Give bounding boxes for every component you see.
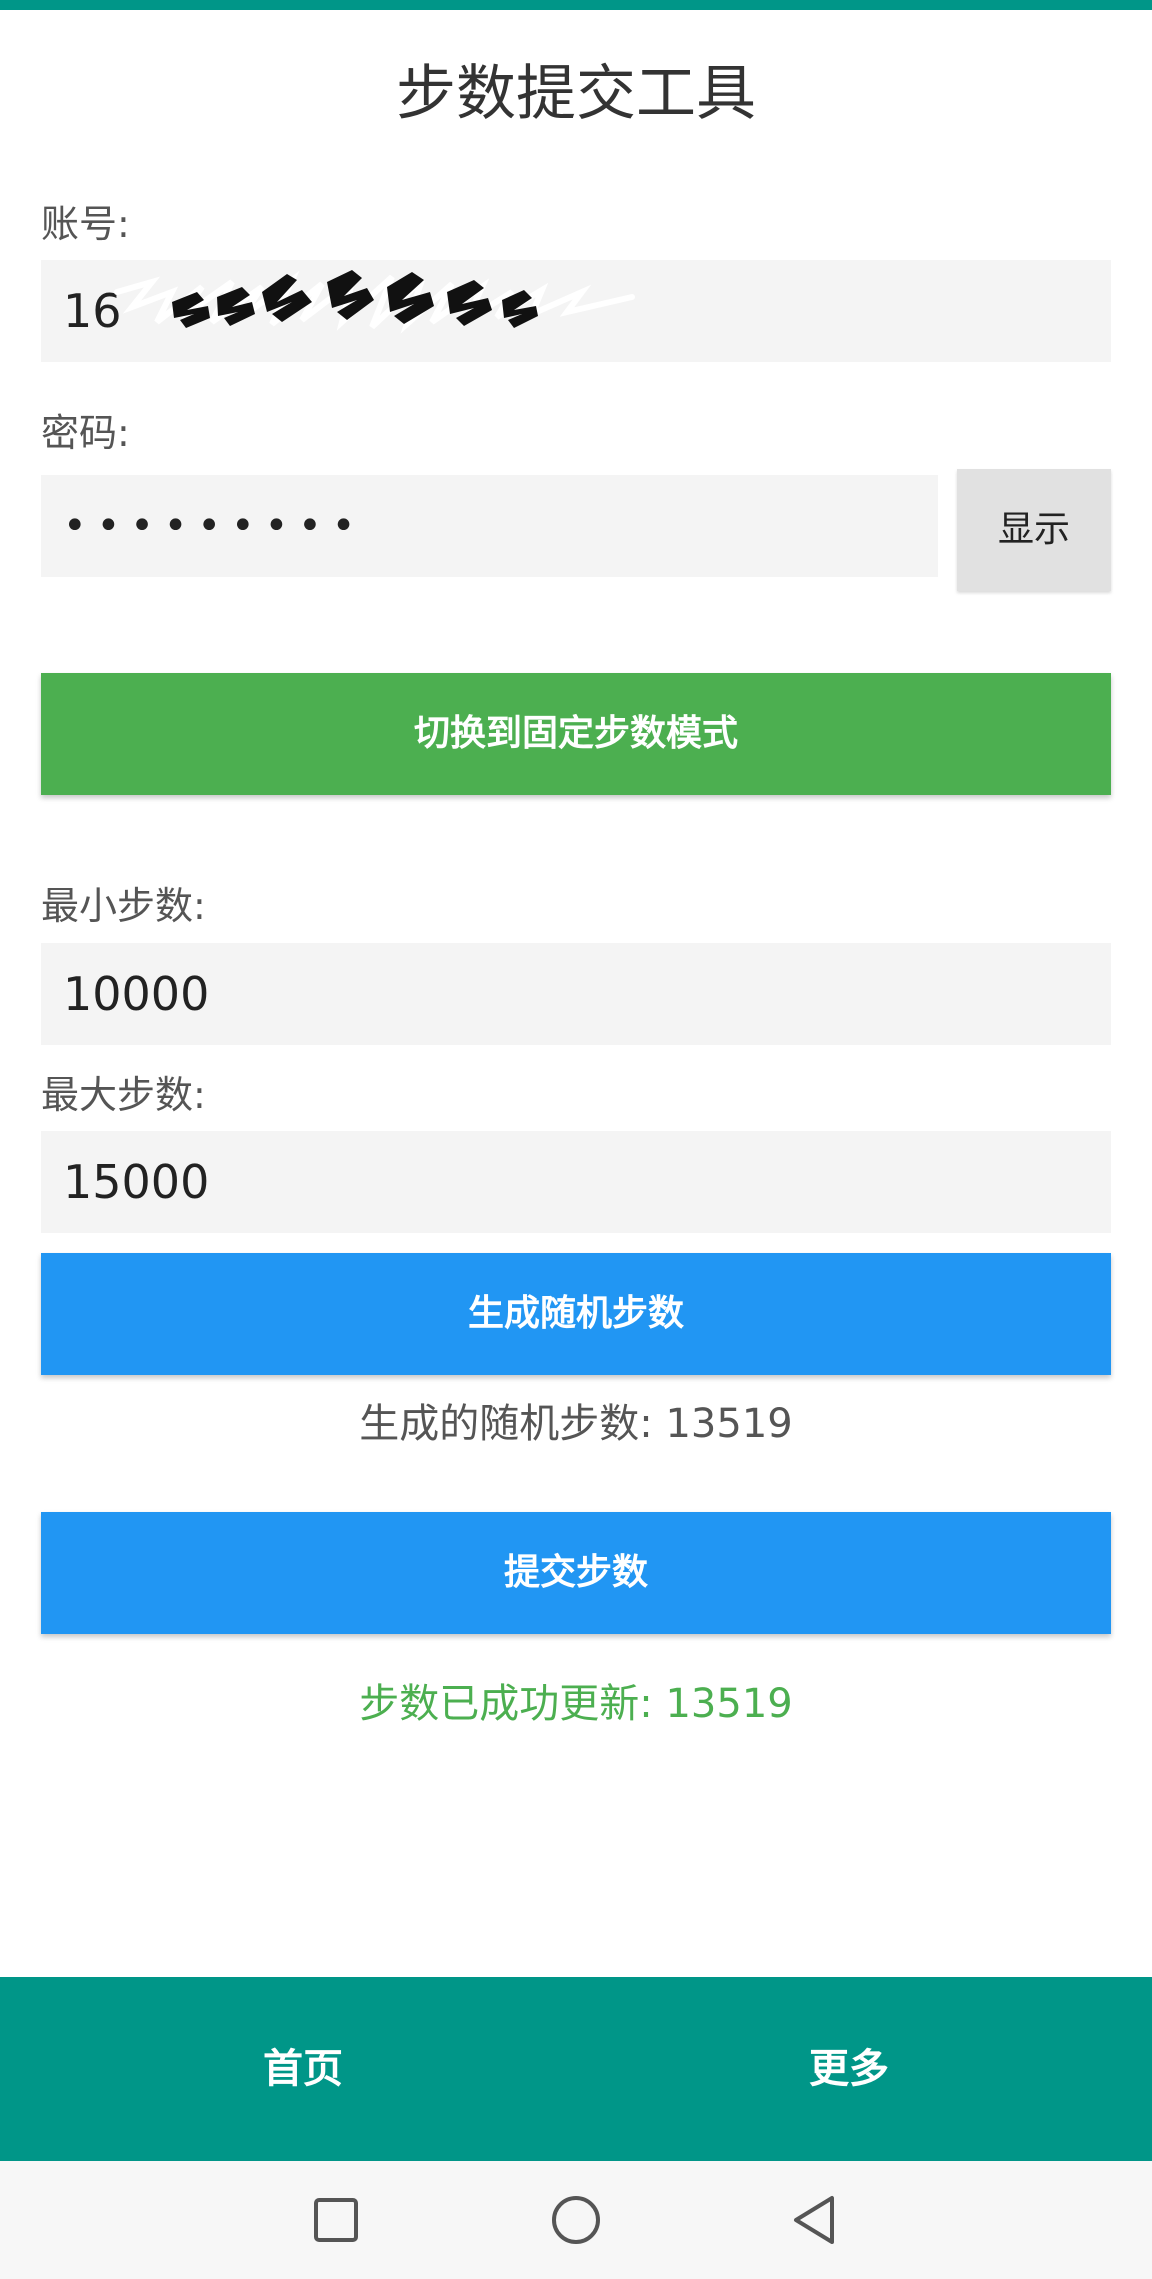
password-label: 密码: (41, 411, 130, 455)
account-label: 账号: (41, 202, 130, 246)
min-steps-input[interactable]: 10000 (41, 943, 1111, 1045)
max-steps-value: 15000 (63, 1155, 210, 1209)
nav-more[interactable]: 更多 (561, 1977, 1137, 2161)
redaction-scribble (114, 270, 635, 334)
generated-steps-text: 生成的随机步数: 13519 (359, 1401, 793, 1447)
success-message: 步数已成功更新: 13519 (359, 1681, 793, 1727)
min-steps-value: 10000 (63, 967, 210, 1021)
password-input[interactable]: ••••••••• (41, 475, 938, 577)
nav-home[interactable]: 首页 (15, 1977, 591, 2161)
max-steps-label: 最大步数: (41, 1073, 206, 1117)
top-accent-bar (0, 0, 1152, 10)
max-steps-input[interactable]: 15000 (41, 1131, 1111, 1233)
bottom-navigation: 首页 更多 (0, 1977, 1152, 2161)
submit-steps-button[interactable]: 提交步数 (41, 1512, 1111, 1634)
system-navigation-bar (0, 2161, 1152, 2279)
page-title: 步数提交工具 (396, 59, 756, 129)
home-circle-icon[interactable] (544, 2188, 608, 2252)
switch-fixed-mode-button[interactable]: 切换到固定步数模式 (41, 673, 1111, 795)
min-steps-label: 最小步数: (41, 884, 206, 928)
generate-random-steps-button[interactable]: 生成随机步数 (41, 1253, 1111, 1375)
back-triangle-icon[interactable] (784, 2188, 848, 2252)
show-password-button[interactable]: 显示 (957, 469, 1111, 591)
password-value: ••••••••• (63, 503, 366, 549)
recent-apps-square-icon[interactable] (304, 2188, 368, 2252)
